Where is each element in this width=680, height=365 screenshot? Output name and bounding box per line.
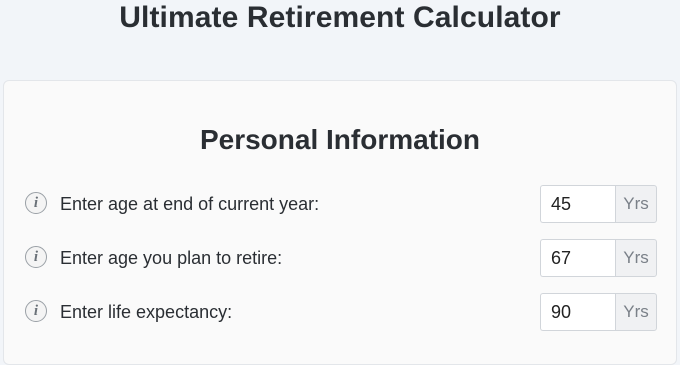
retirement-age-input[interactable] xyxy=(540,239,615,277)
current-age-input[interactable] xyxy=(540,185,615,223)
retirement-age-label: Enter age you plan to retire: xyxy=(60,248,283,268)
page-title: Ultimate Retirement Calculator xyxy=(119,1,561,34)
section-title: Personal Information xyxy=(199,124,481,155)
retirement-age-input-group: Yrs xyxy=(540,239,657,277)
info-icon[interactable]: i xyxy=(25,246,47,268)
life-expectancy-input-group: Yrs xyxy=(540,293,657,331)
retirement-age-row: i Enter age you plan to retire: Yrs xyxy=(24,239,658,277)
years-unit-label: Yrs xyxy=(615,293,657,331)
info-icon[interactable]: i xyxy=(25,192,47,214)
years-unit-label: Yrs xyxy=(615,185,657,223)
personal-information-card: Personal Information i Enter age at end … xyxy=(3,80,677,365)
current-age-row: i Enter age at end of current year: Yrs xyxy=(24,185,658,223)
life-expectancy-row: i Enter life expectancy: Yrs xyxy=(24,293,658,331)
current-age-label: Enter age at end of current year: xyxy=(60,194,320,214)
life-expectancy-input[interactable] xyxy=(540,293,615,331)
life-expectancy-label: Enter life expectancy: xyxy=(60,302,233,322)
current-age-input-group: Yrs xyxy=(540,185,657,223)
info-icon[interactable]: i xyxy=(25,300,47,322)
years-unit-label: Yrs xyxy=(615,239,657,277)
